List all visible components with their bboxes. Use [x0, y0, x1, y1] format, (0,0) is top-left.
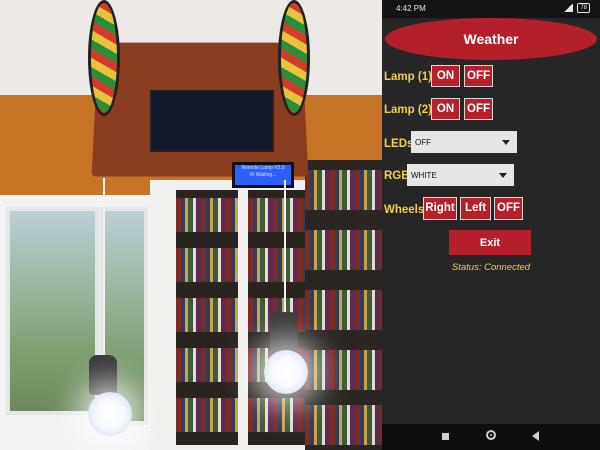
- recent-apps-icon[interactable]: [442, 433, 449, 440]
- home-icon[interactable]: [486, 430, 496, 440]
- status-bar: 4:42 PM 78: [382, 0, 600, 18]
- pinwheel-right: [278, 0, 310, 116]
- lamp2-off-button[interactable]: OFF: [464, 98, 493, 120]
- rgb-label: RGB: [384, 170, 410, 182]
- back-icon[interactable]: [532, 431, 539, 441]
- signal-icon: [563, 4, 574, 12]
- rgb-selected: WHITE: [411, 170, 437, 180]
- android-nav-bar: [382, 424, 600, 450]
- side-bookshelf: [305, 160, 382, 450]
- lamp2-on-button[interactable]: ON: [431, 98, 460, 120]
- leds-dropdown[interactable]: OFF: [411, 131, 517, 153]
- wheels-right-button[interactable]: Right: [423, 197, 457, 220]
- connection-status: Status: Connected: [451, 262, 531, 273]
- battery-icon: 78: [577, 3, 590, 13]
- weather-button[interactable]: Weather: [385, 18, 597, 60]
- wheels-off-button[interactable]: OFF: [494, 197, 523, 220]
- lamp-photo: Remote Lamp V2.0 W Waiting...: [0, 0, 382, 450]
- lamp-bulb-1: [88, 392, 132, 436]
- pinwheel-left: [88, 0, 120, 116]
- lamp1-label: Lamp (1): [384, 71, 432, 83]
- phone-screen: 4:42 PM 78 Weather Lamp (1) ON OFF Lamp …: [382, 0, 600, 450]
- leds-label: LEDs: [384, 138, 414, 150]
- chevron-down-icon: [499, 173, 507, 178]
- wheels-left-button[interactable]: Left: [460, 197, 491, 220]
- leds-selected: OFF: [415, 137, 431, 147]
- lamp-bulb-2: [264, 350, 308, 394]
- wheels-label: Wheels: [384, 204, 425, 216]
- lamp2-label: Lamp (2): [384, 104, 432, 116]
- clock: 4:42 PM: [396, 4, 426, 13]
- chevron-down-icon: [502, 140, 510, 145]
- exit-button[interactable]: Exit: [449, 230, 531, 255]
- lamp1-off-button[interactable]: OFF: [464, 65, 493, 87]
- lamp1-on-button[interactable]: ON: [431, 65, 460, 87]
- rgb-dropdown[interactable]: WHITE: [407, 164, 514, 186]
- circuit-board: [150, 90, 274, 152]
